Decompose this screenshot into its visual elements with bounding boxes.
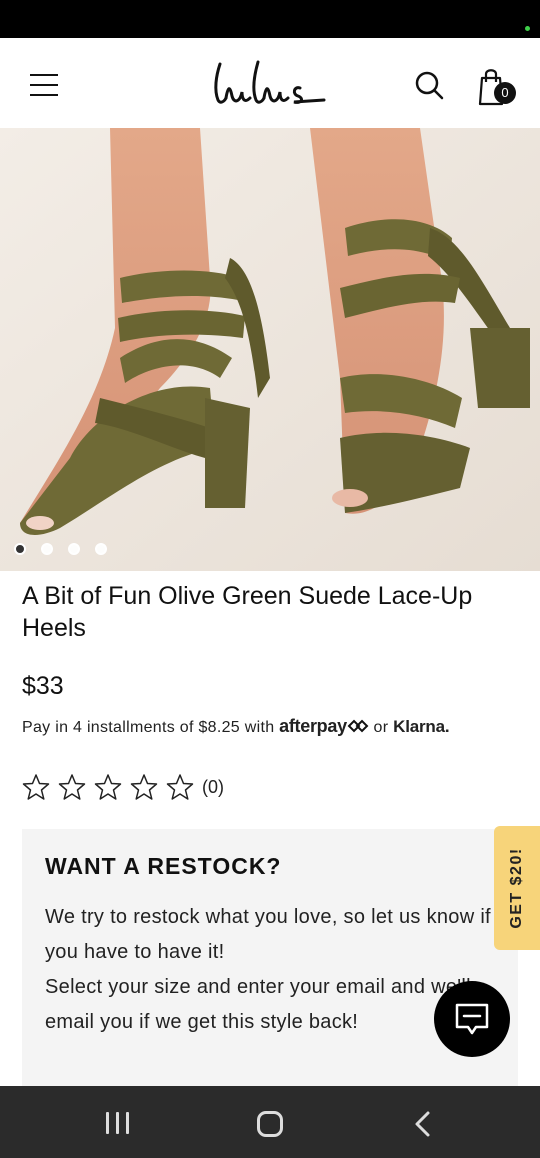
product-title: A Bit of Fun Olive Green Suede Lace-Up H… (22, 582, 473, 642)
carousel-indicators (14, 543, 107, 555)
or-text: or (373, 719, 389, 736)
star-empty-icon (22, 774, 50, 800)
afterpay-arrows-icon (347, 719, 369, 733)
back-arrow-icon[interactable] (412, 1110, 432, 1138)
restock-title: WANT A RESTOCK? (45, 853, 282, 879)
star-empty-icon (94, 774, 122, 800)
star-empty-icon (130, 774, 158, 800)
product-image-carousel[interactable] (0, 128, 540, 571)
lulus-logo[interactable] (210, 56, 330, 108)
product-photo (0, 128, 540, 571)
get-20-promo-tab[interactable]: GET $20! (494, 826, 540, 950)
hamburger-menu-icon[interactable] (30, 74, 58, 96)
restock-description: We try to restock what you love, so let … (45, 900, 495, 1040)
status-bar (0, 0, 540, 38)
cart-count-badge[interactable]: 0 (494, 82, 516, 104)
carousel-dot-3[interactable] (68, 543, 80, 555)
afterpay-logo[interactable]: afterpay (279, 716, 369, 736)
review-count[interactable]: (0) (202, 777, 224, 798)
site-header (0, 38, 540, 128)
chat-icon (455, 1003, 489, 1035)
restock-line-2: Select your size and enter your email an… (45, 976, 471, 1033)
status-indicator-dot (525, 26, 530, 31)
promo-label: GET $20! (508, 847, 525, 929)
carousel-dot-1[interactable] (14, 543, 26, 555)
restock-panel: WANT A RESTOCK? We try to restock what y… (22, 829, 518, 1089)
recent-apps-icon[interactable] (106, 1112, 132, 1134)
star-empty-icon (58, 774, 86, 800)
android-navigation-bar (0, 1086, 540, 1158)
search-icon[interactable] (414, 70, 444, 100)
home-button-icon[interactable] (257, 1111, 283, 1137)
chat-button[interactable] (434, 981, 510, 1057)
afterpay-label: afterpay (279, 716, 347, 736)
star-empty-icon (166, 774, 194, 800)
product-rating[interactable]: (0) (22, 772, 224, 802)
klarna-logo[interactable]: Klarna. (393, 717, 449, 736)
installment-text: Pay in 4 installments of $8.25 with (22, 719, 275, 736)
installment-info: Pay in 4 installments of $8.25 with afte… (22, 716, 532, 737)
carousel-dot-4[interactable] (95, 543, 107, 555)
carousel-dot-2[interactable] (41, 543, 53, 555)
restock-line-1: We try to restock what you love, so let … (45, 906, 491, 963)
product-price: $33 (22, 672, 64, 700)
